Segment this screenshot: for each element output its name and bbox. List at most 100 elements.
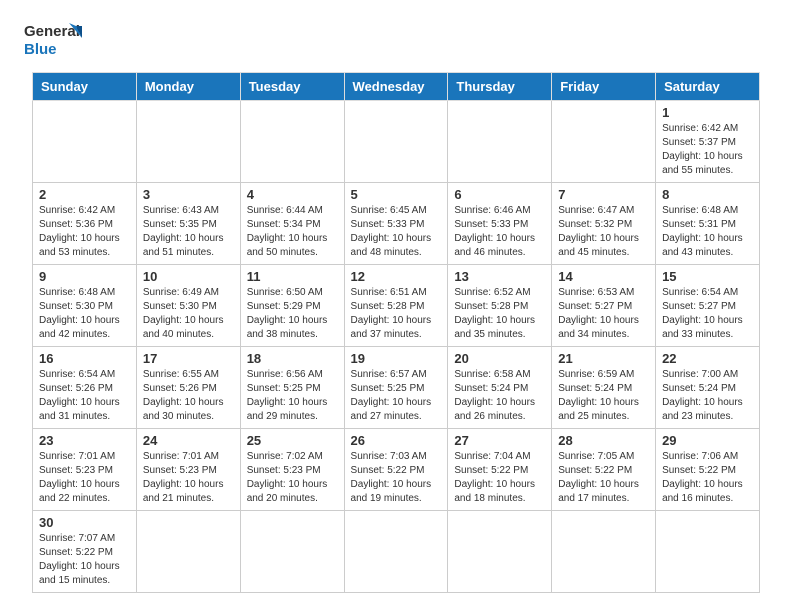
day-info: Sunrise: 7:00 AM Sunset: 5:24 PM Dayligh… (662, 368, 753, 424)
day-info: Sunrise: 7:04 AM Sunset: 5:22 PM Dayligh… (454, 450, 545, 506)
day-cell (552, 511, 656, 593)
weekday-header-row: SundayMondayTuesdayWednesdayThursdayFrid… (33, 73, 760, 101)
weekday-saturday: Saturday (656, 73, 760, 101)
day-cell (552, 101, 656, 183)
day-number: 9 (39, 269, 130, 284)
day-number: 26 (351, 433, 442, 448)
day-number: 29 (662, 433, 753, 448)
day-cell: 2 Sunrise: 6:42 AM Sunset: 5:36 PM Daylig… (33, 183, 137, 265)
day-cell: 6Sunrise: 6:46 AM Sunset: 5:33 PM Daylig… (448, 183, 552, 265)
day-number: 20 (454, 351, 545, 366)
day-info: Sunrise: 7:01 AM Sunset: 5:23 PM Dayligh… (143, 450, 234, 506)
day-info: Sunrise: 6:44 AM Sunset: 5:34 PM Dayligh… (247, 204, 338, 260)
day-cell: 14 Sunrise: 6:53 AM Sunset: 5:27 PM Dayli… (552, 265, 656, 347)
week-row-4: 16 Sunrise: 6:54 AM Sunset: 5:26 PM Dayli… (33, 347, 760, 429)
day-number: 3 (143, 187, 234, 202)
day-info: Sunrise: 7:01 AM Sunset: 5:23 PM Dayligh… (39, 450, 130, 506)
day-info: Sunrise: 7:07 AM Sunset: 5:22 PM Dayligh… (39, 532, 130, 588)
day-cell: 15 Sunrise: 6:54 AM Sunset: 5:27 PM Dayli… (656, 265, 760, 347)
day-cell (136, 101, 240, 183)
day-cell: 29Sunrise: 7:06 AM Sunset: 5:22 PM Dayli… (656, 429, 760, 511)
day-number: 28 (558, 433, 649, 448)
day-info: Sunrise: 6:43 AM Sunset: 5:35 PM Dayligh… (143, 204, 234, 260)
day-cell (344, 101, 448, 183)
day-info: Sunrise: 6:51 AM Sunset: 5:28 PM Dayligh… (351, 286, 442, 342)
day-info: Sunrise: 6:56 AM Sunset: 5:25 PM Dayligh… (247, 368, 338, 424)
day-info: Sunrise: 6:59 AM Sunset: 5:24 PM Dayligh… (558, 368, 649, 424)
day-number: 10 (143, 269, 234, 284)
day-number: 1 (662, 105, 753, 120)
day-cell: 10 Sunrise: 6:49 AM Sunset: 5:30 PM Dayli… (136, 265, 240, 347)
day-cell (656, 511, 760, 593)
day-cell: 21 Sunrise: 6:59 AM Sunset: 5:24 PM Dayli… (552, 347, 656, 429)
day-cell: 11 Sunrise: 6:50 AM Sunset: 5:29 PM Dayli… (240, 265, 344, 347)
day-number: 14 (558, 269, 649, 284)
day-cell: 27 Sunrise: 7:04 AM Sunset: 5:22 PM Dayli… (448, 429, 552, 511)
day-cell: 4 Sunrise: 6:44 AM Sunset: 5:34 PM Daylig… (240, 183, 344, 265)
day-cell: 16 Sunrise: 6:54 AM Sunset: 5:26 PM Dayli… (33, 347, 137, 429)
calendar-table: SundayMondayTuesdayWednesdayThursdayFrid… (32, 72, 760, 593)
day-cell: 18 Sunrise: 6:56 AM Sunset: 5:25 PM Dayli… (240, 347, 344, 429)
day-info: Sunrise: 6:48 AM Sunset: 5:31 PM Dayligh… (662, 204, 753, 260)
day-number: 30 (39, 515, 130, 530)
day-number: 18 (247, 351, 338, 366)
day-info: Sunrise: 6:53 AM Sunset: 5:27 PM Dayligh… (558, 286, 649, 342)
day-info: Sunrise: 6:47 AM Sunset: 5:32 PM Dayligh… (558, 204, 649, 260)
weekday-monday: Monday (136, 73, 240, 101)
day-number: 21 (558, 351, 649, 366)
day-cell: 30 Sunrise: 7:07 AM Sunset: 5:22 PM Dayli… (33, 511, 137, 593)
day-info: Sunrise: 6:54 AM Sunset: 5:27 PM Dayligh… (662, 286, 753, 342)
day-cell: 9Sunrise: 6:48 AM Sunset: 5:30 PM Daylig… (33, 265, 137, 347)
day-info: Sunrise: 6:57 AM Sunset: 5:25 PM Dayligh… (351, 368, 442, 424)
day-info: Sunrise: 6:50 AM Sunset: 5:29 PM Dayligh… (247, 286, 338, 342)
day-cell: 12Sunrise: 6:51 AM Sunset: 5:28 PM Dayli… (344, 265, 448, 347)
day-number: 4 (247, 187, 338, 202)
day-cell (448, 101, 552, 183)
day-number: 15 (662, 269, 753, 284)
day-number: 11 (247, 269, 338, 284)
weekday-thursday: Thursday (448, 73, 552, 101)
day-info: Sunrise: 6:42 AM Sunset: 5:36 PM Dayligh… (39, 204, 130, 260)
day-cell: 28Sunrise: 7:05 AM Sunset: 5:22 PM Dayli… (552, 429, 656, 511)
week-row-2: 2 Sunrise: 6:42 AM Sunset: 5:36 PM Daylig… (33, 183, 760, 265)
day-cell: 17 Sunrise: 6:55 AM Sunset: 5:26 PM Dayli… (136, 347, 240, 429)
page-header: GeneralBlue (0, 0, 792, 72)
day-cell: 5Sunrise: 6:45 AM Sunset: 5:33 PM Daylig… (344, 183, 448, 265)
day-info: Sunrise: 7:02 AM Sunset: 5:23 PM Dayligh… (247, 450, 338, 506)
day-cell: 25 Sunrise: 7:02 AM Sunset: 5:23 PM Dayli… (240, 429, 344, 511)
logo: GeneralBlue (24, 18, 84, 62)
calendar-wrapper: SundayMondayTuesdayWednesdayThursdayFrid… (0, 72, 792, 609)
day-cell: 24 Sunrise: 7:01 AM Sunset: 5:23 PM Dayli… (136, 429, 240, 511)
day-cell: 7 Sunrise: 6:47 AM Sunset: 5:32 PM Daylig… (552, 183, 656, 265)
day-info: Sunrise: 6:55 AM Sunset: 5:26 PM Dayligh… (143, 368, 234, 424)
day-cell: 3 Sunrise: 6:43 AM Sunset: 5:35 PM Daylig… (136, 183, 240, 265)
day-info: Sunrise: 6:42 AM Sunset: 5:37 PM Dayligh… (662, 122, 753, 178)
day-number: 7 (558, 187, 649, 202)
logo-svg: GeneralBlue (24, 18, 84, 62)
day-number: 16 (39, 351, 130, 366)
day-number: 25 (247, 433, 338, 448)
day-number: 6 (454, 187, 545, 202)
week-row-1: 1 Sunrise: 6:42 AM Sunset: 5:37 PM Daylig… (33, 101, 760, 183)
day-number: 5 (351, 187, 442, 202)
day-info: Sunrise: 6:58 AM Sunset: 5:24 PM Dayligh… (454, 368, 545, 424)
day-cell: 22 Sunrise: 7:00 AM Sunset: 5:24 PM Dayli… (656, 347, 760, 429)
day-info: Sunrise: 6:54 AM Sunset: 5:26 PM Dayligh… (39, 368, 130, 424)
day-info: Sunrise: 7:03 AM Sunset: 5:22 PM Dayligh… (351, 450, 442, 506)
day-number: 2 (39, 187, 130, 202)
day-number: 8 (662, 187, 753, 202)
day-cell (33, 101, 137, 183)
day-cell (240, 101, 344, 183)
day-cell: 20 Sunrise: 6:58 AM Sunset: 5:24 PM Dayli… (448, 347, 552, 429)
day-cell: 1 Sunrise: 6:42 AM Sunset: 5:37 PM Daylig… (656, 101, 760, 183)
day-number: 22 (662, 351, 753, 366)
day-number: 17 (143, 351, 234, 366)
weekday-tuesday: Tuesday (240, 73, 344, 101)
day-cell: 13Sunrise: 6:52 AM Sunset: 5:28 PM Dayli… (448, 265, 552, 347)
weekday-wednesday: Wednesday (344, 73, 448, 101)
day-number: 24 (143, 433, 234, 448)
day-number: 27 (454, 433, 545, 448)
day-info: Sunrise: 6:49 AM Sunset: 5:30 PM Dayligh… (143, 286, 234, 342)
day-number: 19 (351, 351, 442, 366)
day-cell (136, 511, 240, 593)
